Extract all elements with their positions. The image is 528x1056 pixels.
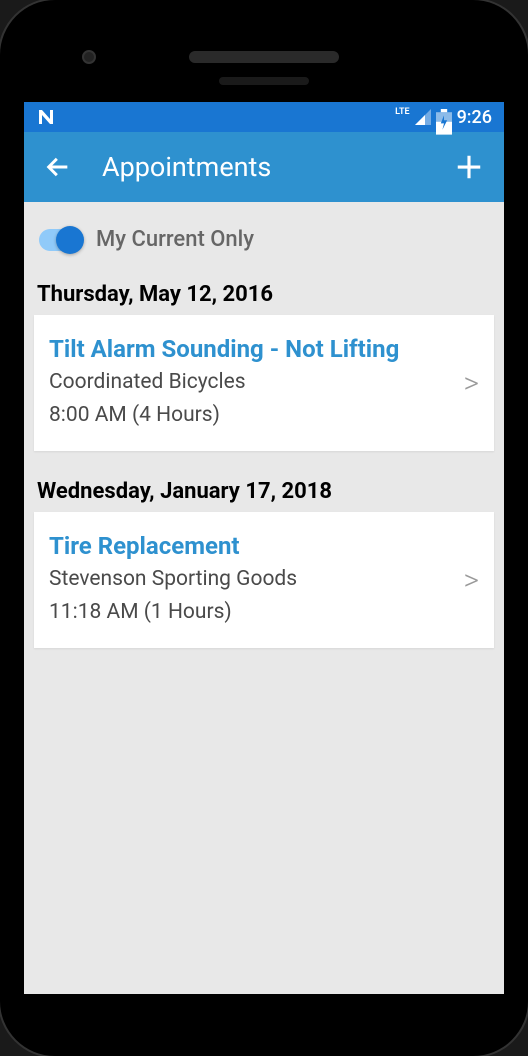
status-left	[36, 107, 56, 127]
filter-label: My Current Only	[96, 227, 254, 252]
app-bar: Appointments	[24, 132, 504, 202]
network-label: LTE	[395, 107, 409, 117]
card-body: Tire Replacement Stevenson Sporting Good…	[49, 532, 453, 628]
phone-frame: LTE 9:26 Appointments	[0, 0, 528, 1056]
add-button[interactable]	[454, 152, 484, 182]
appointment-customer: Coordinated Bicycles	[49, 366, 453, 399]
appointment-customer: Stevenson Sporting Goods	[49, 563, 453, 596]
appointment-title: Tire Replacement	[49, 532, 453, 560]
filter-row: My Current Only	[24, 202, 504, 272]
speaker-grille	[189, 51, 339, 63]
date-header: Wednesday, January 17, 2018	[24, 469, 504, 512]
sensor-bar	[219, 77, 309, 85]
content-scroll[interactable]: My Current Only Thursday, May 12, 2016 T…	[24, 202, 504, 994]
appointment-title: Tilt Alarm Sounding - Not Lifting	[49, 335, 453, 363]
camera-dot	[82, 50, 96, 64]
signal-icon	[415, 109, 431, 125]
card-body: Tilt Alarm Sounding - Not Lifting Coordi…	[49, 335, 453, 431]
appointment-card[interactable]: Tilt Alarm Sounding - Not Lifting Coordi…	[34, 315, 494, 451]
appointment-time: 8:00 AM (4 Hours)	[49, 399, 453, 432]
appointment-card[interactable]: Tire Replacement Stevenson Sporting Good…	[34, 512, 494, 648]
page-title: Appointments	[102, 151, 424, 183]
date-header: Thursday, May 12, 2016	[24, 272, 504, 315]
battery-icon	[436, 109, 452, 125]
status-bar: LTE 9:26	[24, 102, 504, 132]
android-n-icon	[36, 107, 56, 127]
toggle-knob	[56, 226, 84, 254]
hardware-top	[12, 12, 516, 102]
back-icon[interactable]	[44, 153, 72, 181]
chevron-right-icon: >	[463, 563, 479, 598]
screen: LTE 9:26 Appointments	[24, 102, 504, 994]
current-only-toggle[interactable]	[39, 229, 81, 251]
appointment-time: 11:18 AM (1 Hours)	[49, 596, 453, 629]
chevron-right-icon: >	[463, 366, 479, 401]
clock: 9:26	[457, 107, 492, 128]
status-right: LTE 9:26	[395, 107, 492, 128]
phone-inner: LTE 9:26 Appointments	[12, 12, 516, 1044]
